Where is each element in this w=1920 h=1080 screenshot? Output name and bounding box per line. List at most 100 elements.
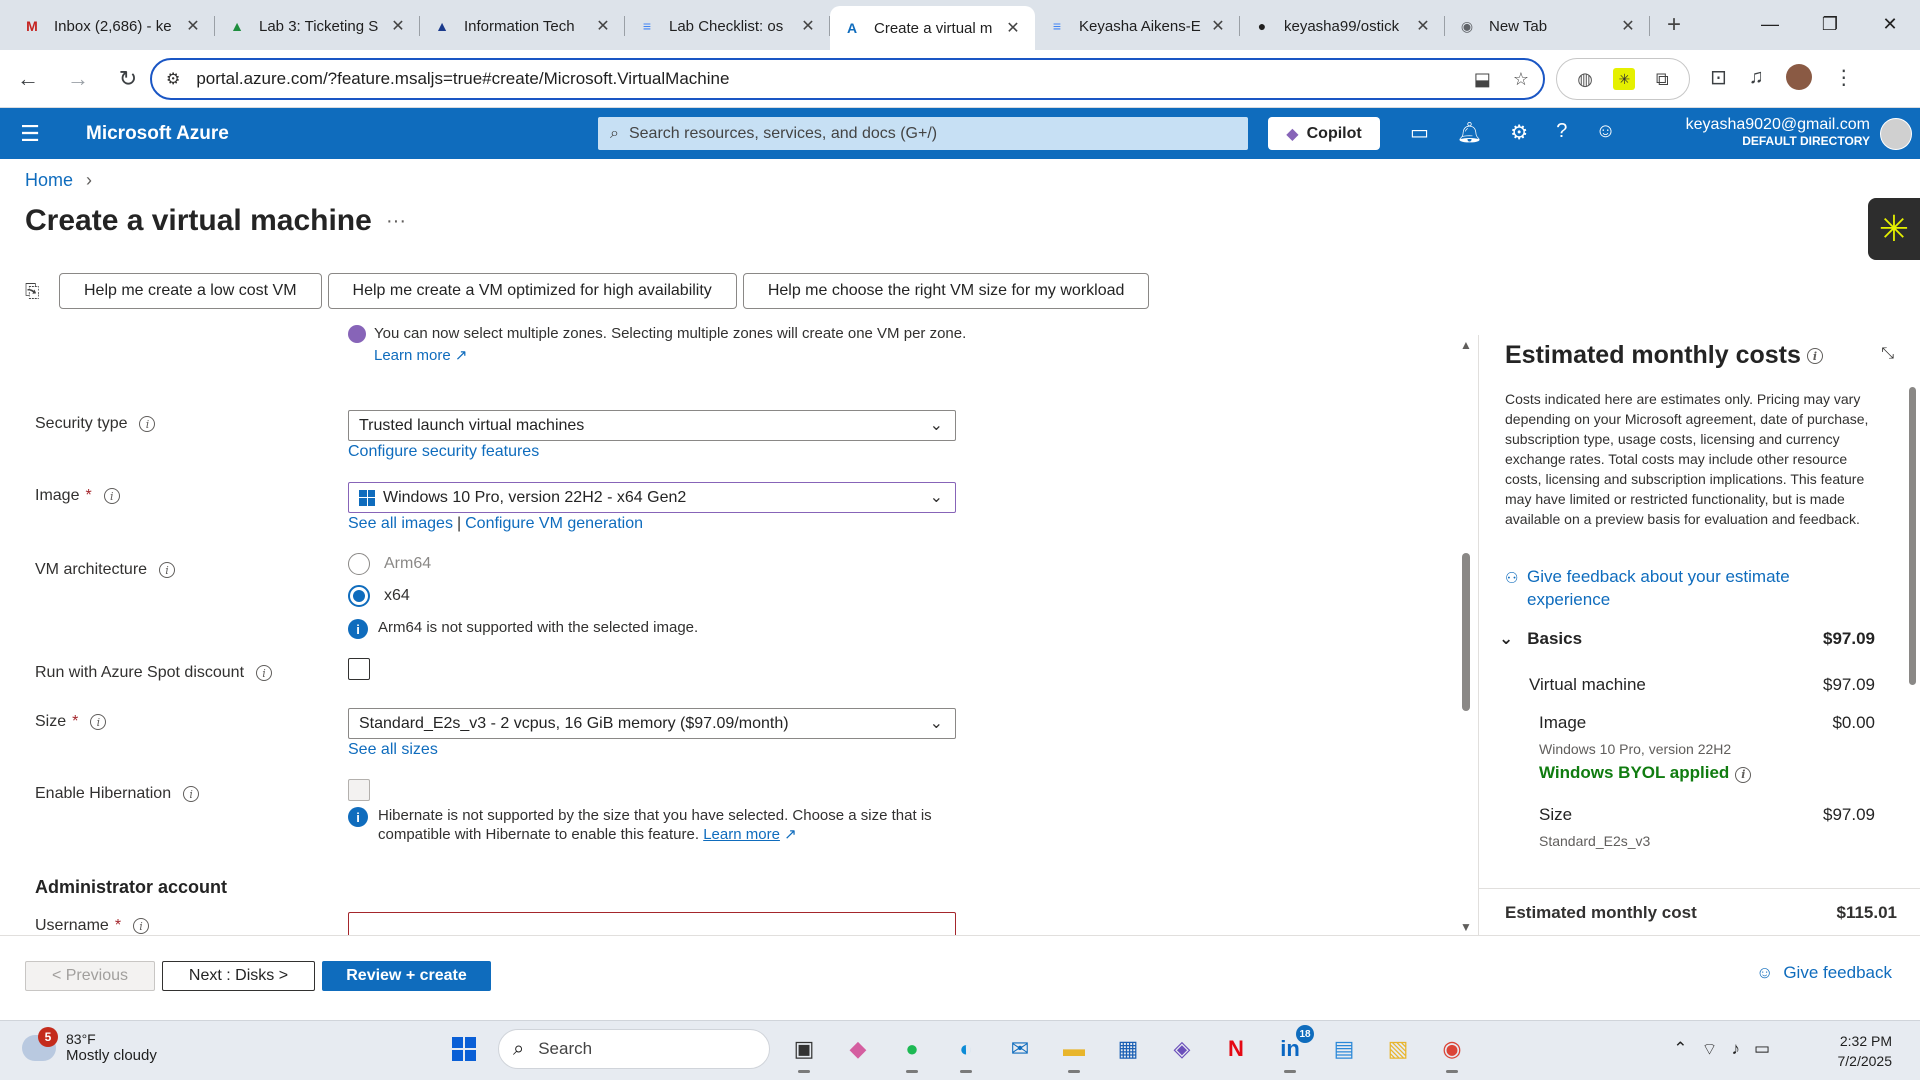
close-tab-icon[interactable]: ✕ — [1208, 16, 1228, 36]
scroll-up-icon[interactable]: ▲ — [1460, 338, 1472, 352]
costs-scrollbar[interactable] — [1906, 375, 1918, 865]
browser-tab[interactable]: ▲ Information Tech ✕ — [420, 6, 625, 46]
file-explorer-icon[interactable]: ▬ — [1054, 1029, 1094, 1073]
spot-discount-checkbox[interactable] — [348, 658, 370, 680]
netflix-icon[interactable]: N — [1216, 1029, 1256, 1069]
next-disks-button[interactable]: Next : Disks > — [162, 961, 315, 991]
browser-tab[interactable]: ≡ Keyasha Aikens-E ✕ — [1035, 6, 1240, 46]
forward-icon[interactable]: → — [56, 57, 100, 101]
weather-widget[interactable]: 5 83°F Mostly cloudy — [22, 1026, 157, 1064]
zone-learn-more-link[interactable]: Learn more — [374, 347, 451, 364]
browser-tab[interactable]: M Inbox (2,686) - ke ✕ — [10, 6, 215, 46]
help-low-cost-vm-button[interactable]: Help me create a low cost VM — [59, 273, 322, 309]
reload-icon[interactable]: ↻ — [106, 57, 150, 101]
info-icon[interactable]: i — [1806, 348, 1823, 365]
azure-search-box[interactable]: ⌕ Search resources, services, and docs (… — [598, 117, 1248, 150]
maximize-icon[interactable]: ❐ — [1800, 0, 1860, 48]
close-tab-icon[interactable]: ✕ — [798, 16, 818, 36]
azure-brand[interactable]: Microsoft Azure — [86, 123, 229, 145]
info-icon[interactable]: i — [133, 918, 150, 934]
info-icon[interactable]: i — [183, 786, 200, 802]
settings-gear-icon[interactable]: ⚙ — [1510, 120, 1528, 145]
store-icon[interactable]: ▦ — [1108, 1029, 1148, 1069]
info-icon[interactable]: i — [1735, 766, 1752, 783]
close-window-icon[interactable]: ✕ — [1860, 0, 1920, 48]
site-info-icon[interactable]: ⚙ — [166, 69, 180, 89]
portal-menu-icon[interactable]: ☰ — [0, 121, 60, 147]
give-feedback-link[interactable]: ☺ Give feedback — [1756, 963, 1892, 983]
help-high-availability-button[interactable]: Help me create a VM optimized for high a… — [327, 273, 737, 309]
extensions-puzzle-icon[interactable]: ⧉ — [1656, 69, 1669, 90]
info-icon[interactable]: i — [159, 562, 176, 578]
collapse-panel-icon[interactable]: ⤡ — [1881, 345, 1894, 363]
costs-scroll-thumb[interactable] — [1909, 387, 1916, 685]
more-options-icon[interactable]: ··· — [386, 210, 406, 233]
cloud-shell-icon[interactable]: ▭ — [1410, 120, 1429, 145]
calculator-app-icon[interactable]: ▤ — [1324, 1029, 1364, 1069]
close-tab-icon[interactable]: ✕ — [1003, 18, 1023, 38]
close-tab-icon[interactable]: ✕ — [1618, 16, 1638, 36]
chrome-menu-icon[interactable]: ⋮ — [1834, 65, 1854, 90]
install-app-icon[interactable]: ⬓ — [1474, 69, 1491, 90]
info-icon[interactable]: i — [256, 665, 273, 681]
minimize-icon[interactable]: — — [1740, 0, 1800, 48]
back-icon[interactable]: ← — [6, 57, 50, 101]
windows-start-icon[interactable] — [444, 1029, 484, 1069]
configure-vm-generation-link[interactable]: Configure VM generation — [465, 515, 643, 532]
security-type-dropdown[interactable]: Trusted launch virtual machines ⌄ — [348, 410, 956, 441]
breadcrumb-home[interactable]: Home — [25, 170, 73, 190]
close-tab-icon[interactable]: ✕ — [1413, 16, 1433, 36]
info-icon[interactable]: i — [90, 714, 107, 730]
see-all-sizes-link[interactable]: See all sizes — [348, 741, 438, 759]
x64-radio[interactable]: x64 — [348, 585, 410, 607]
browser-tab[interactable]: ≡ Lab Checklist: os ✕ — [625, 6, 830, 46]
copilot-button[interactable]: ◆ Copilot — [1268, 117, 1380, 150]
account-avatar[interactable] — [1880, 118, 1912, 150]
mail-icon[interactable]: ✉ — [1000, 1029, 1040, 1069]
size-dropdown[interactable]: Standard_E2s_v3 - 2 vcpus, 16 GiB memory… — [348, 708, 956, 739]
username-input[interactable] — [348, 912, 956, 935]
help-vm-size-button[interactable]: Help me choose the right VM size for my … — [742, 273, 1150, 309]
copilot-app-icon[interactable]: ◆ — [838, 1029, 878, 1069]
system-clock[interactable]: 2:32 PM 7/2/2025 — [1838, 1031, 1893, 1071]
edge-icon[interactable]: ◐ — [946, 1029, 986, 1073]
arm64-radio[interactable]: Arm64 — [348, 553, 431, 575]
see-all-images-link[interactable]: See all images — [348, 515, 453, 532]
close-tab-icon[interactable]: ✕ — [593, 16, 613, 36]
task-view-icon[interactable]: ▣ — [784, 1029, 824, 1073]
grammarly-extension-icon[interactable]: ◍ — [1577, 69, 1593, 90]
spotify-icon[interactable]: ● — [892, 1029, 932, 1073]
battery-icon[interactable]: ▭ — [1754, 1039, 1770, 1060]
feedback-icon[interactable]: ☺ — [1595, 120, 1615, 145]
form-scroll-thumb[interactable] — [1462, 553, 1470, 711]
address-bar[interactable]: ⚙ portal.azure.com/?feature.msaljs=true#… — [150, 58, 1545, 100]
previous-button[interactable]: < Previous — [25, 961, 155, 991]
wifi-icon[interactable]: ⌔ — [1701, 1039, 1717, 1060]
configure-security-link[interactable]: Configure security features — [348, 443, 539, 461]
microsoft365-icon[interactable]: ◈ — [1162, 1029, 1202, 1069]
notes-app-icon[interactable]: ▧ — [1378, 1029, 1418, 1069]
info-icon[interactable]: i — [139, 416, 156, 432]
form-scrollbar[interactable]: ▲ ▼ — [1458, 338, 1474, 934]
bookmark-star-icon[interactable]: ☆ — [1513, 69, 1529, 90]
new-tab-button[interactable]: + — [1656, 7, 1692, 43]
info-icon[interactable]: i — [103, 488, 120, 504]
hibernation-learn-more-link[interactable]: Learn more — [703, 826, 780, 843]
account-info[interactable]: keyasha9020@gmail.com DEFAULT DIRECTORY — [1686, 116, 1870, 148]
help-question-icon[interactable]: ? — [1556, 120, 1567, 145]
basics-cost-row[interactable]: ⌄ Basics $97.09 — [1499, 629, 1875, 649]
profile-avatar[interactable] — [1785, 64, 1812, 90]
scroll-down-icon[interactable]: ▼ — [1460, 920, 1472, 934]
estimate-feedback-link[interactable]: ⚇ Give feedback about your estimate expe… — [1505, 565, 1835, 611]
tab-search-icon[interactable]: ⊡ — [1710, 65, 1727, 90]
browser-tab[interactable]: A Create a virtual m ✕ — [830, 6, 1035, 50]
browser-tab[interactable]: ● keyasha99/ostick ✕ — [1240, 6, 1445, 46]
close-tab-icon[interactable]: ✕ — [388, 16, 408, 36]
browser-tab[interactable]: ▲ Lab 3: Ticketing S ✕ — [215, 6, 420, 46]
linkedin-icon[interactable]: in 18 — [1270, 1025, 1314, 1073]
tray-chevron-up-icon[interactable]: ⌃ — [1673, 1039, 1687, 1060]
chrome-taskbar-icon[interactable]: ◉ — [1432, 1029, 1472, 1073]
taskbar-search[interactable]: ⌕ Search — [498, 1029, 770, 1069]
volume-icon[interactable]: ♪ — [1731, 1039, 1740, 1060]
snip-extension-icon[interactable]: ✳ — [1613, 68, 1636, 90]
